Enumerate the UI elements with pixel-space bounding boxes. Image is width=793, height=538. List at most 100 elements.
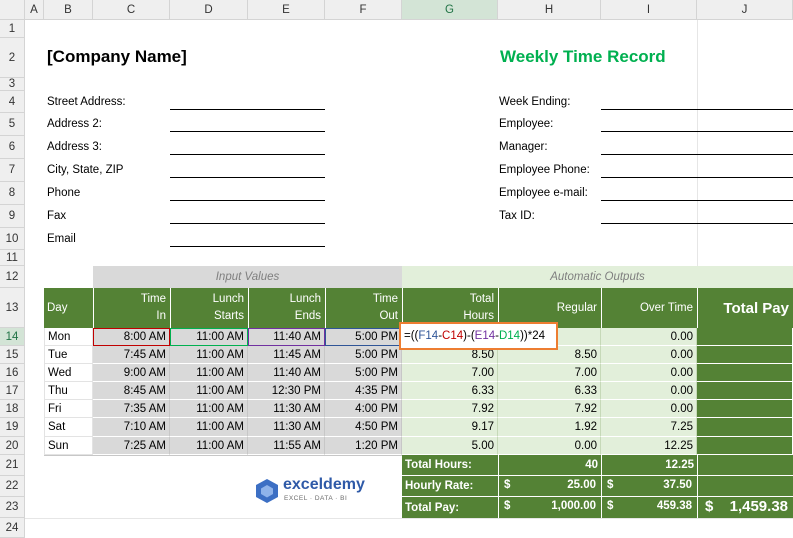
select-all-corner[interactable]	[0, 0, 25, 20]
spreadsheet-grid[interactable]: ABCDEFGHIJ 1 2 3 4 5 6 7 8 9 10 11 12 13 14 15 16 17 18 19…	[0, 0, 793, 538]
total-hours-label[interactable]: Total Hours:	[402, 455, 498, 476]
day-cell-out[interactable]: 4:35 PM	[325, 382, 402, 400]
row-header-18[interactable]: 18	[0, 400, 25, 418]
day-cell-day[interactable]: Sat	[44, 418, 93, 437]
daily-pay-cell[interactable]	[697, 400, 793, 418]
daily-pay-cell[interactable]	[697, 328, 793, 346]
column-header-d[interactable]: D	[170, 0, 248, 20]
column-header-f[interactable]: F	[325, 0, 402, 20]
day-cell-day[interactable]: Thu	[44, 382, 93, 400]
header-lunch-ends[interactable]: Lunch Ends	[248, 288, 325, 328]
day-cell-day[interactable]: Tue	[44, 346, 93, 364]
daily-pay-cell[interactable]	[697, 364, 793, 382]
day-cell-in[interactable]: 7:25 AM	[93, 437, 170, 455]
row-header-5[interactable]: 5	[0, 113, 25, 136]
day-cell-total[interactable]: 5.00	[402, 437, 498, 455]
column-header-j[interactable]: J	[697, 0, 793, 20]
day-cell-regular[interactable]: 6.33	[498, 382, 601, 400]
day-cell-out[interactable]: 5:00 PM	[325, 364, 402, 382]
header-over-time[interactable]: Over Time	[601, 288, 697, 328]
day-cell-regular[interactable]: 7.00	[498, 364, 601, 382]
day-cell-regular[interactable]: 7.92	[498, 400, 601, 418]
column-header-c[interactable]: C	[93, 0, 170, 20]
address-field[interactable]	[170, 154, 325, 155]
row-header-13[interactable]: 13	[0, 288, 25, 328]
header-time-in[interactable]: Time In	[93, 288, 170, 328]
employee-field[interactable]	[601, 200, 793, 201]
day-cell-ot[interactable]: 0.00	[601, 364, 697, 382]
day-cell-ls[interactable]: 11:00 AM	[170, 364, 248, 382]
day-cell-out[interactable]: 4:50 PM	[325, 418, 402, 437]
row-header-19[interactable]: 19	[0, 418, 25, 437]
day-cell-ls[interactable]: 11:00 AM	[170, 382, 248, 400]
day-cell-ot[interactable]: 0.00	[601, 382, 697, 400]
day-cell-ot[interactable]: 0.00	[601, 346, 697, 364]
day-cell-in[interactable]: 8:45 AM	[93, 382, 170, 400]
employee-field[interactable]	[601, 131, 793, 132]
row-header-24[interactable]: 24	[0, 518, 25, 538]
row-header-1[interactable]: 1	[0, 20, 25, 38]
header-day[interactable]: Day	[44, 288, 93, 328]
day-cell-total[interactable]: 7.92	[402, 400, 498, 418]
address-field[interactable]	[170, 109, 325, 110]
day-cell-le[interactable]: 11:40 AM	[248, 364, 325, 382]
column-header-e[interactable]: E	[248, 0, 325, 20]
column-header-i[interactable]: I	[601, 0, 697, 20]
day-cell-le[interactable]: 11:30 AM	[248, 400, 325, 418]
employee-field[interactable]	[601, 154, 793, 155]
day-cell-ls[interactable]: 11:00 AM	[170, 418, 248, 437]
day-cell-ls[interactable]: 11:00 AM	[170, 346, 248, 364]
row-header-7[interactable]: 7	[0, 159, 25, 182]
total-hours-regular[interactable]: 40	[498, 455, 601, 476]
day-cell-day[interactable]: Wed	[44, 364, 93, 382]
address-field[interactable]	[170, 246, 325, 247]
day-cell-ot[interactable]: 0.00	[601, 328, 697, 346]
day-cell-in[interactable]: 7:10 AM	[93, 418, 170, 437]
day-cell-in[interactable]: 9:00 AM	[93, 364, 170, 382]
row-header-10[interactable]: 10	[0, 228, 25, 250]
row-header-23[interactable]: 23	[0, 497, 25, 518]
row-header-17[interactable]: 17	[0, 382, 25, 400]
address-field[interactable]	[170, 200, 325, 201]
row-header-8[interactable]: 8	[0, 182, 25, 205]
sheet-title[interactable]: Weekly Time Record	[500, 45, 666, 69]
row-header-4[interactable]: 4	[0, 91, 25, 113]
header-time-out[interactable]: Time Out	[325, 288, 402, 328]
day-cell-out[interactable]: 4:00 PM	[325, 400, 402, 418]
employee-field[interactable]	[601, 109, 793, 110]
row-header-12[interactable]: 12	[0, 266, 25, 288]
row-header-20[interactable]: 20	[0, 437, 25, 455]
row-header-22[interactable]: 22	[0, 476, 25, 497]
company-name[interactable]: [Company Name]	[47, 45, 187, 69]
address-field[interactable]	[170, 131, 325, 132]
daily-pay-cell[interactable]	[697, 437, 793, 455]
day-cell-le[interactable]: 11:55 AM	[248, 437, 325, 455]
day-cell-ot[interactable]: 7.25	[601, 418, 697, 437]
day-cell-ls[interactable]: 11:00 AM	[170, 400, 248, 418]
daily-pay-cell[interactable]	[697, 382, 793, 400]
address-field[interactable]	[170, 177, 325, 178]
day-cell-regular[interactable]: 0.00	[498, 437, 601, 455]
day-cell-out[interactable]: 1:20 PM	[325, 437, 402, 455]
day-cell-le[interactable]: 12:30 PM	[248, 382, 325, 400]
day-cell-le[interactable]: 11:45 AM	[248, 346, 325, 364]
day-cell-total[interactable]: 7.00	[402, 364, 498, 382]
total-hours-pay-empty[interactable]	[697, 455, 793, 476]
day-cell-ot[interactable]: 12.25	[601, 437, 697, 455]
day-cell-total[interactable]: 9.17	[402, 418, 498, 437]
day-cell-day[interactable]: Mon	[44, 328, 93, 346]
header-total-pay[interactable]: Total Pay	[697, 288, 793, 328]
total-hours-overtime[interactable]: 12.25	[601, 455, 697, 476]
day-cell-in[interactable]: 7:45 AM	[93, 346, 170, 364]
total-pay-overtime[interactable]: $ 459.38	[601, 497, 697, 518]
day-cell-day[interactable]: Fri	[44, 400, 93, 418]
hourly-rate-pay-empty[interactable]	[697, 476, 793, 497]
row-header-9[interactable]: 9	[0, 205, 25, 228]
day-cell-regular[interactable]: 1.92	[498, 418, 601, 437]
employee-field[interactable]	[601, 177, 793, 178]
row-header-14[interactable]: 14	[0, 328, 25, 346]
formula-edit-cell[interactable]: =((F14- C14)-(E14- D14))*24	[399, 322, 558, 350]
row-header-2[interactable]: 2	[0, 38, 25, 78]
total-pay-regular[interactable]: $ 1,000.00	[498, 497, 601, 518]
day-cell-day[interactable]: Sun	[44, 437, 93, 455]
